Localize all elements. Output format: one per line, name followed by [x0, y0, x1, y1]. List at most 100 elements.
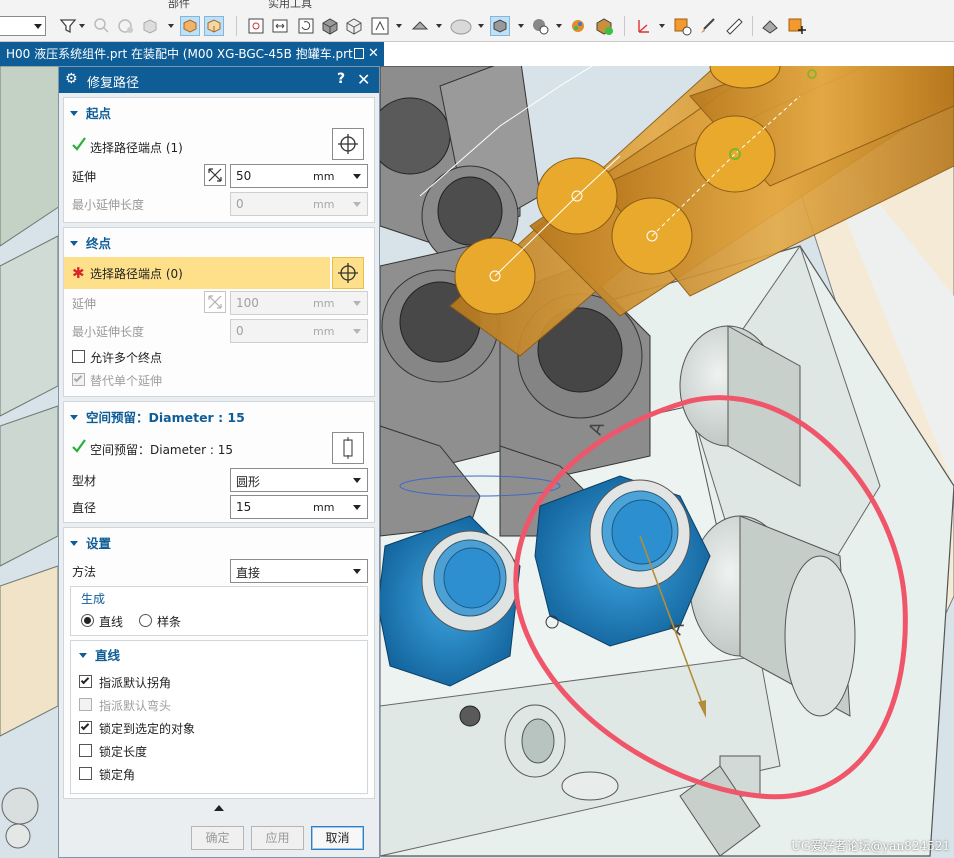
line-option-row[interactable]: 锁定到选定的对象	[71, 716, 381, 740]
assign-default-corner-checkbox[interactable]	[79, 675, 92, 688]
end-point-header[interactable]: 终点	[70, 233, 111, 252]
tab-close-button[interactable]: ✕	[368, 42, 379, 66]
end-point-dialog-button[interactable]	[332, 257, 364, 289]
chevron-down-icon[interactable]	[556, 24, 562, 28]
allow-multiple-row[interactable]: 允许多个终点	[64, 345, 374, 369]
external-window-icon[interactable]	[354, 48, 364, 59]
collapse-up-icon[interactable]	[214, 805, 224, 811]
add-component-icon[interactable]	[786, 16, 806, 36]
chevron-down-icon[interactable]	[353, 329, 361, 334]
profile-select[interactable]: 圆形	[230, 468, 368, 492]
crosshair-icon	[338, 263, 358, 283]
lock-angle-checkbox[interactable]	[79, 767, 92, 780]
start-select-row[interactable]: 选择路径端点 (1)	[64, 128, 374, 160]
edit-object-display-icon[interactable]	[490, 16, 510, 36]
start-point-header[interactable]: 起点	[70, 103, 111, 122]
section-view-icon[interactable]	[410, 16, 430, 36]
cancel-button[interactable]: 取消	[311, 826, 364, 850]
line-header[interactable]: 直线	[79, 645, 120, 664]
method-label: 方法	[72, 565, 97, 579]
point-dialog-button[interactable]	[332, 128, 364, 160]
view-orient-icon[interactable]	[370, 16, 390, 36]
chevron-down-icon[interactable]	[79, 24, 85, 28]
brush-icon[interactable]	[698, 16, 718, 36]
toolbar-separator	[624, 16, 625, 36]
clearance-select-row[interactable]: 空间预留：Diameter : 15	[64, 432, 374, 464]
lock-length-checkbox[interactable]	[79, 744, 92, 757]
alt-single-row[interactable]: 替代单个延伸	[64, 368, 374, 392]
fit-view-icon[interactable]	[246, 16, 266, 36]
type-filter-icon[interactable]	[58, 16, 78, 36]
method-select[interactable]: 直接	[230, 559, 368, 583]
apply-button[interactable]: 应用	[251, 826, 304, 850]
document-tab[interactable]: H00 液压系统组件.prt 在装配中 (M00 XG-BGC-45B 抱罐车.…	[0, 42, 384, 66]
radio-spline[interactable]	[139, 614, 152, 627]
dialog-title-bar[interactable]: ⚙ 修复路径 ? ✕	[59, 67, 379, 93]
diagonal-arrows-icon	[208, 295, 222, 309]
rotate-icon[interactable]	[296, 16, 316, 36]
diameter-label: 直径	[72, 501, 97, 515]
chevron-down-icon[interactable]	[659, 24, 665, 28]
clearance-header[interactable]: 空间预留：Diameter : 15	[70, 407, 245, 426]
selection-filter-combo[interactable]	[0, 16, 46, 36]
chevron-down-icon[interactable]	[168, 24, 174, 28]
chevron-down-icon[interactable]	[353, 301, 361, 306]
lock-to-selected-checkbox[interactable]	[79, 721, 92, 734]
dialog-close-button[interactable]: ✕	[357, 70, 370, 89]
wcs-icon[interactable]	[634, 16, 654, 36]
select-within-box-icon[interactable]	[180, 16, 200, 36]
measure-settings-icon[interactable]	[672, 16, 692, 36]
line-option-row[interactable]: 指派默认弯头	[71, 693, 381, 717]
radio-line[interactable]	[81, 614, 94, 627]
chevron-down-icon[interactable]	[353, 478, 361, 483]
chevron-down-icon[interactable]	[353, 505, 361, 510]
select-assembly-icon[interactable]	[92, 16, 112, 36]
shaded-cube-icon[interactable]	[320, 16, 340, 36]
end-extend-direction-button[interactable]	[204, 291, 226, 313]
select-feature-icon[interactable]	[116, 16, 136, 36]
chevron-down-icon[interactable]	[436, 24, 442, 28]
chevron-down-icon[interactable]	[353, 174, 361, 179]
clearance-pick-button[interactable]	[332, 432, 364, 464]
toolbar-separator	[752, 16, 753, 36]
line-option-row[interactable]: 锁定长度	[71, 739, 381, 763]
chevron-down-icon[interactable]	[353, 202, 361, 207]
assign-default-elbow-checkbox[interactable]	[79, 698, 92, 711]
shading-style-icon[interactable]	[450, 16, 472, 36]
diameter-input[interactable]: 15 mm	[230, 495, 368, 519]
end-select-row[interactable]: ✱ 选择路径端点 (0)	[64, 257, 330, 289]
extend-direction-button[interactable]	[204, 164, 226, 186]
lock-angle-label: 锁定角	[99, 768, 136, 782]
select-body-icon[interactable]	[140, 16, 160, 36]
wireframe-cube-icon[interactable]	[344, 16, 364, 36]
radio-spline-label: 样条	[157, 615, 182, 629]
help-button[interactable]: ?	[337, 71, 345, 87]
ok-button[interactable]: 确定	[191, 826, 244, 850]
line-option-row[interactable]: 指派默认拐角	[71, 670, 381, 694]
select-component-icon[interactable]	[204, 16, 224, 36]
snap-icon[interactable]	[760, 16, 780, 36]
allow-multiple-checkbox[interactable]	[72, 350, 85, 363]
edit-color-icon[interactable]	[570, 16, 590, 36]
settings-header[interactable]: 设置	[70, 533, 111, 552]
settings-group: 设置 方法 直接 生成 直线 样条 直线 指派默认拐角 指派默认弯头 锁定到选定…	[63, 527, 375, 799]
start-point-group: 起点 选择路径端点 (1) 延伸 50 mm 最小延伸长度 0 mm	[63, 97, 375, 223]
start-min-extend-input[interactable]: 0 mm	[230, 192, 368, 216]
ruler-icon[interactable]	[724, 16, 744, 36]
layer-settings-icon[interactable]	[530, 16, 550, 36]
required-asterisk-icon: ✱	[72, 264, 85, 282]
zoom-icon[interactable]	[270, 16, 290, 36]
alt-single-checkbox[interactable]	[72, 373, 85, 386]
chevron-down-icon[interactable]	[353, 569, 361, 574]
end-extend-input[interactable]: 100 mm	[230, 291, 368, 315]
chevron-down-icon[interactable]	[396, 24, 402, 28]
chevron-down-icon[interactable]	[518, 24, 524, 28]
material-icon[interactable]	[594, 16, 614, 36]
end-extend-label: 延伸	[72, 297, 97, 311]
start-extend-input[interactable]: 50 mm	[230, 164, 368, 188]
gear-icon[interactable]: ⚙	[65, 72, 78, 86]
chevron-down-icon[interactable]	[478, 24, 484, 28]
line-option-row[interactable]: 锁定角	[71, 762, 381, 786]
toolbar-separator	[236, 16, 237, 36]
end-min-extend-input[interactable]: 0 mm	[230, 319, 368, 343]
